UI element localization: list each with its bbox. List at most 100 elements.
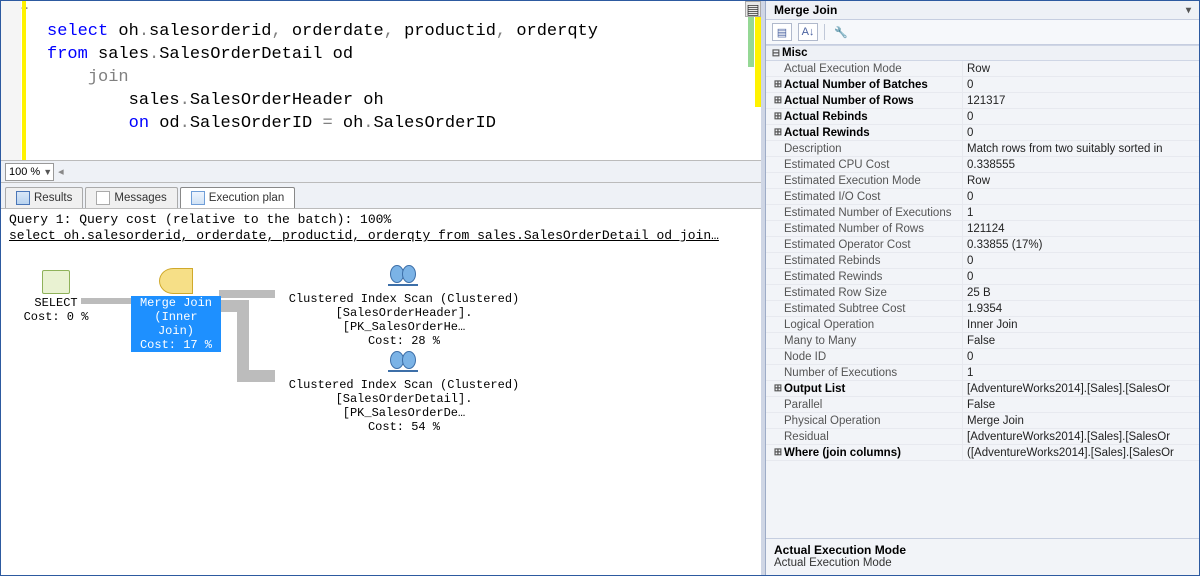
categorize-button[interactable]: ▤	[772, 23, 792, 41]
property-category-row[interactable]: ⊟ Misc	[766, 45, 1199, 61]
index-scan-icon	[386, 350, 422, 376]
property-value: 0	[962, 77, 1199, 92]
expand-icon[interactable]: ⊞	[772, 383, 784, 394]
plan-node-merge-join[interactable]: Merge Join(Inner Join)Cost: 17 %	[131, 268, 221, 352]
plan-query-text: select oh.salesorderid, orderdate, produ…	[9, 228, 753, 244]
property-value: 0	[962, 109, 1199, 124]
chevron-down-icon[interactable]: ▾	[1186, 5, 1191, 16]
editor-nav-left[interactable]: ◂	[58, 165, 64, 178]
sql-editor[interactable]: − select oh.salesorderid, orderdate, pro…	[1, 1, 761, 161]
property-value: 121317	[962, 93, 1199, 108]
property-value: 0	[962, 253, 1199, 268]
description-title: Actual Execution Mode	[774, 543, 1191, 557]
expand-icon[interactable]: ⊞	[772, 447, 784, 458]
property-row[interactable]: Estimated Subtree Cost1.9354	[766, 301, 1199, 317]
split-icon[interactable]: ▤	[745, 1, 761, 17]
properties-toolbar: ▤ A↓ 🔧	[766, 20, 1199, 45]
plan-node-label: Clustered Index Scan (Clustered)	[279, 378, 529, 392]
properties-grid[interactable]: ⊟ MiscActual Execution ModeRow⊞Actual Nu…	[766, 45, 1199, 538]
plan-canvas[interactable]: SELECT Cost: 0 % Merge Join(Inner Join)C…	[1, 250, 761, 575]
property-name: ⊞Actual Number of Rows	[766, 93, 962, 108]
property-row[interactable]: ⊞Where (join columns)([AdventureWorks201…	[766, 445, 1199, 461]
expand-icon[interactable]: ⊞	[772, 79, 784, 90]
property-value: 0	[962, 349, 1199, 364]
property-name: Estimated CPU Cost	[766, 157, 962, 172]
property-value: False	[962, 333, 1199, 348]
select-icon	[42, 270, 70, 294]
property-value: 1	[962, 365, 1199, 380]
overview-ruler: ▤	[743, 1, 761, 160]
property-row[interactable]: ⊞Actual Number of Rows121317	[766, 93, 1199, 109]
property-row[interactable]: Estimated Rebinds0	[766, 253, 1199, 269]
property-value: 25 B	[962, 285, 1199, 300]
expand-icon[interactable]: ⊞	[772, 95, 784, 106]
property-value: 0.338555	[962, 157, 1199, 172]
property-value: 1	[962, 205, 1199, 220]
tab-execution-plan[interactable]: Execution plan	[180, 187, 295, 208]
chevron-down-icon: ▼	[40, 167, 52, 177]
sort-button[interactable]: A↓	[798, 23, 818, 41]
property-row[interactable]: ⊞Actual Number of Batches0	[766, 77, 1199, 93]
property-row[interactable]: Estimated Execution ModeRow	[766, 173, 1199, 189]
properties-title-bar: Merge Join ▾	[766, 1, 1199, 20]
tab-results[interactable]: Results	[5, 187, 83, 208]
property-name: Estimated Row Size	[766, 285, 962, 300]
property-row[interactable]: Estimated Row Size25 B	[766, 285, 1199, 301]
plan-cost-line: Query 1: Query cost (relative to the bat…	[9, 212, 753, 228]
property-value: [AdventureWorks2014].[Sales].[SalesOr	[962, 381, 1199, 396]
property-name: Parallel	[766, 397, 962, 412]
property-name: Number of Executions	[766, 365, 962, 380]
expand-icon[interactable]: ⊞	[772, 127, 784, 138]
property-value: False	[962, 397, 1199, 412]
property-row[interactable]: ⊞Actual Rewinds0	[766, 125, 1199, 141]
property-row[interactable]: Estimated Number of Rows121124	[766, 221, 1199, 237]
properties-title: Merge Join	[774, 3, 837, 17]
property-value: [AdventureWorks2014].[Sales].[SalesOr	[962, 429, 1199, 444]
property-row[interactable]: ⊞Actual Rebinds0	[766, 109, 1199, 125]
property-pages-button[interactable]: 🔧	[831, 23, 851, 41]
code-text[interactable]: select oh.salesorderid, orderdate, produ…	[41, 18, 741, 143]
property-row[interactable]: Estimated Operator Cost0.33855 (17%)	[766, 237, 1199, 253]
property-name: Node ID	[766, 349, 962, 364]
messages-icon	[96, 191, 110, 205]
plan-node-select[interactable]: SELECT Cost: 0 %	[21, 270, 91, 324]
result-tabs: Results Messages Execution plan	[1, 183, 761, 209]
property-value: 121124	[962, 221, 1199, 236]
property-value: ([AdventureWorks2014].[Sales].[SalesOr	[962, 445, 1199, 460]
property-row[interactable]: Physical OperationMerge Join	[766, 413, 1199, 429]
property-name: Actual Execution Mode	[766, 61, 962, 76]
tab-messages[interactable]: Messages	[85, 187, 177, 208]
change-track-left: −	[21, 1, 39, 160]
property-row[interactable]: Estimated I/O Cost0	[766, 189, 1199, 205]
description-body: Actual Execution Mode	[774, 557, 1191, 569]
property-row[interactable]: ParallelFalse	[766, 397, 1199, 413]
property-value: Inner Join	[962, 317, 1199, 332]
plan-node-scan-header[interactable]: Clustered Index Scan (Clustered) [SalesO…	[279, 264, 529, 348]
plan-node-cost: Cost: 28 %	[279, 334, 529, 348]
property-name: Estimated Subtree Cost	[766, 301, 962, 316]
execution-plan-panel: Query 1: Query cost (relative to the bat…	[1, 209, 761, 575]
property-row[interactable]: Actual Execution ModeRow	[766, 61, 1199, 77]
expand-icon[interactable]: ⊞	[772, 111, 784, 122]
property-value: 0	[962, 269, 1199, 284]
zoom-value: 100 %	[9, 166, 40, 178]
property-row[interactable]: Logical OperationInner Join	[766, 317, 1199, 333]
property-name: Estimated Rewinds	[766, 269, 962, 284]
property-row[interactable]: Node ID0	[766, 349, 1199, 365]
property-value: 0	[962, 125, 1199, 140]
property-row[interactable]: Number of Executions1	[766, 365, 1199, 381]
plan-node-label: SELECT	[21, 296, 91, 310]
property-value: 0	[962, 189, 1199, 204]
grid-icon	[16, 191, 30, 205]
plan-node-scan-detail[interactable]: Clustered Index Scan (Clustered) [SalesO…	[279, 350, 529, 434]
property-row[interactable]: Estimated Number of Executions1	[766, 205, 1199, 221]
property-row[interactable]: Residual[AdventureWorks2014].[Sales].[Sa…	[766, 429, 1199, 445]
left-pane: − select oh.salesorderid, orderdate, pro…	[1, 1, 765, 575]
property-row[interactable]: Estimated Rewinds0	[766, 269, 1199, 285]
property-row[interactable]: Estimated CPU Cost0.338555	[766, 157, 1199, 173]
property-row[interactable]: DescriptionMatch rows from two suitably …	[766, 141, 1199, 157]
zoom-dropdown[interactable]: 100 % ▼	[5, 163, 54, 181]
property-value: Row	[962, 61, 1199, 76]
property-row[interactable]: ⊞Output List[AdventureWorks2014].[Sales]…	[766, 381, 1199, 397]
property-row[interactable]: Many to ManyFalse	[766, 333, 1199, 349]
